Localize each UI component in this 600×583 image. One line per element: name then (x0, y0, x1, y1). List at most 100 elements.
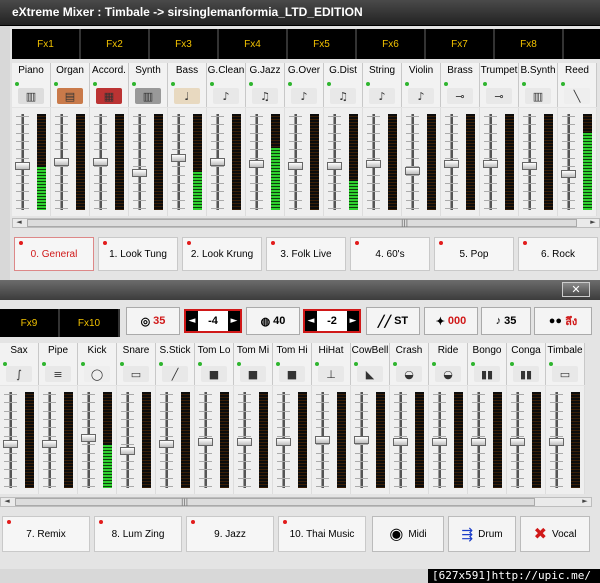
top-horizontal-scrollbar[interactable]: ◄ ||| ► (12, 218, 600, 228)
fader-knob[interactable] (288, 161, 303, 170)
ctrl-drumkit-volume[interactable]: ✦ 000 (424, 307, 478, 335)
window-titlebar[interactable]: eXtreme Mixer : Timbale -> sirsinglemanf… (0, 0, 600, 26)
scroll-right-arrow[interactable]: ► (579, 497, 591, 507)
instrument-violin[interactable]: Violin ♪ (402, 63, 441, 107)
fader-knob[interactable] (159, 440, 174, 449)
fader-knob[interactable] (3, 440, 18, 449)
fader-knob[interactable] (81, 434, 96, 443)
instrument-synth[interactable]: Synth ▥ (129, 63, 168, 107)
fader-knob[interactable] (249, 159, 264, 168)
instrument-cowbell[interactable]: CowBell ◣ (351, 343, 390, 385)
fader-knob[interactable] (366, 159, 381, 168)
increment-arrow-icon[interactable]: ► (347, 311, 359, 331)
drum-button[interactable]: ⇶ Drum (448, 516, 516, 552)
instrument-crash[interactable]: Crash ◒ (390, 343, 429, 385)
fx-button-1[interactable]: Fx1 (12, 29, 81, 59)
fader-knob[interactable] (393, 437, 408, 446)
fader-knob[interactable] (444, 159, 459, 168)
instrument-tom-hi[interactable]: Tom Hi ■ (273, 343, 312, 385)
fader-knob[interactable] (42, 440, 57, 449)
fx-button-7[interactable]: Fx7 (426, 29, 495, 59)
fader-knob[interactable] (276, 437, 291, 446)
fader-knob[interactable] (171, 153, 186, 162)
fader-knob[interactable] (432, 437, 447, 446)
close-button[interactable]: ✕ (562, 282, 590, 297)
instrument-conga[interactable]: Conga ▮▮ (507, 343, 546, 385)
preset-tab-10-thai-music[interactable]: 10. Thai Music (278, 516, 366, 552)
fader-knob[interactable] (549, 437, 564, 446)
instrument-g-over[interactable]: G.Over ♪ (285, 63, 324, 107)
preset-tab-9-jazz[interactable]: 9. Jazz (186, 516, 274, 552)
instrument-s-stick[interactable]: S.Stick ╱ (156, 343, 195, 385)
fx-button-8[interactable]: Fx8 (495, 29, 564, 59)
instrument-g-jazz[interactable]: G.Jazz ♫ (246, 63, 285, 107)
preset-tab-1-look-tung[interactable]: 1. Look Tung (98, 237, 178, 271)
fader-knob[interactable] (405, 166, 420, 175)
instrument-bass[interactable]: Bass ♩ (168, 63, 207, 107)
fader-knob[interactable] (93, 158, 108, 166)
instrument-sax[interactable]: Sax ∫ (0, 343, 39, 385)
fader-knob[interactable] (483, 159, 498, 168)
fader-knob[interactable] (561, 170, 576, 179)
instrument-organ[interactable]: Organ ▤ (51, 63, 90, 107)
fader-knob[interactable] (210, 158, 225, 166)
instrument-pipe[interactable]: Pipe ≡ (39, 343, 78, 385)
ctrl-crash-volume[interactable]: ◎ 35 (126, 307, 180, 335)
instrument-accord[interactable]: Accord. ▦ (90, 63, 129, 107)
fader-knob[interactable] (327, 162, 342, 171)
scroll-left-arrow[interactable]: ◄ (1, 497, 13, 507)
fx-button-6[interactable]: Fx6 (357, 29, 426, 59)
fader-knob[interactable] (522, 161, 537, 170)
bottom-window-bar[interactable]: ✕ (0, 280, 600, 300)
fader-knob[interactable] (510, 437, 525, 446)
ctrl-ching-volume[interactable]: ●● ลึง (534, 307, 592, 335)
instrument-g-dist[interactable]: G.Dist ♫ (324, 63, 363, 107)
scroll-thumb[interactable] (15, 498, 535, 506)
preset-tab-5-pop[interactable]: 5. Pop (434, 237, 514, 271)
fx-button-3[interactable]: Fx3 (150, 29, 219, 59)
scroll-thumb[interactable] (27, 219, 577, 227)
instrument-b-synth[interactable]: B.Synth ▥ (519, 63, 558, 107)
fader-knob[interactable] (132, 168, 147, 177)
instrument-brass[interactable]: Brass ⊸ (441, 63, 480, 107)
instrument-kick[interactable]: Kick ◯ (78, 343, 117, 385)
bottom-horizontal-scrollbar[interactable]: ◄ ||| ► (0, 497, 592, 507)
instrument-reed[interactable]: Reed ╲ (558, 63, 597, 107)
ctrl-tempo-stepper[interactable]: ◄ -2 ► (303, 309, 361, 333)
fx-button-4[interactable]: Fx4 (219, 29, 288, 59)
preset-tab-0-general[interactable]: 0. General (14, 237, 94, 271)
preset-tab-6-rock[interactable]: 6. Rock (518, 237, 598, 271)
instrument-snare[interactable]: Snare ▭ (117, 343, 156, 385)
midi-button[interactable]: ◉ Midi (372, 516, 444, 552)
fader-knob[interactable] (120, 446, 135, 455)
instrument-tom-lo[interactable]: Tom Lo ■ (195, 343, 234, 385)
instrument-bongo[interactable]: Bongo ▮▮ (468, 343, 507, 385)
fader-knob[interactable] (15, 162, 30, 171)
ctrl-pitch-stepper[interactable]: ◄ -4 ► (184, 309, 242, 333)
fader-knob[interactable] (198, 437, 213, 446)
instrument-piano[interactable]: Piano ▥ (12, 63, 51, 107)
fx-button-5[interactable]: Fx5 (288, 29, 357, 59)
preset-tab-3-folk-live[interactable]: 3. Folk Live (266, 237, 346, 271)
ctrl-guitar-volume[interactable]: ♪ 35 (481, 307, 531, 335)
fx-button-1[interactable]: Fx9 (0, 309, 60, 337)
instrument-string[interactable]: String ♪ (363, 63, 402, 107)
scroll-right-arrow[interactable]: ► (587, 218, 599, 228)
increment-arrow-icon[interactable]: ► (228, 311, 240, 331)
decrement-arrow-icon[interactable]: ◄ (305, 311, 317, 331)
vocal-button[interactable]: ✖ Vocal (520, 516, 590, 552)
ctrl-sticks-mode[interactable]: ╱╱ ST (366, 307, 420, 335)
instrument-tom-mi[interactable]: Tom Mi ■ (234, 343, 273, 385)
fx-button-2[interactable]: Fx2 (81, 29, 150, 59)
decrement-arrow-icon[interactable]: ◄ (186, 311, 198, 331)
ctrl-tambourine-volume[interactable]: ◍ 40 (246, 307, 300, 335)
fader-knob[interactable] (315, 436, 330, 444)
instrument-trumpet[interactable]: Trumpet ⊸ (480, 63, 519, 107)
preset-tab-7-remix[interactable]: 7. Remix (2, 516, 90, 552)
fader-knob[interactable] (237, 437, 252, 446)
fader-knob[interactable] (471, 437, 486, 446)
instrument-timbale[interactable]: Timbale ▭ (546, 343, 585, 385)
preset-tab-2-look-krung[interactable]: 2. Look Krung (182, 237, 262, 271)
fader-knob[interactable] (354, 436, 369, 444)
preset-tab-8-lum-zing[interactable]: 8. Lum Zing (94, 516, 182, 552)
